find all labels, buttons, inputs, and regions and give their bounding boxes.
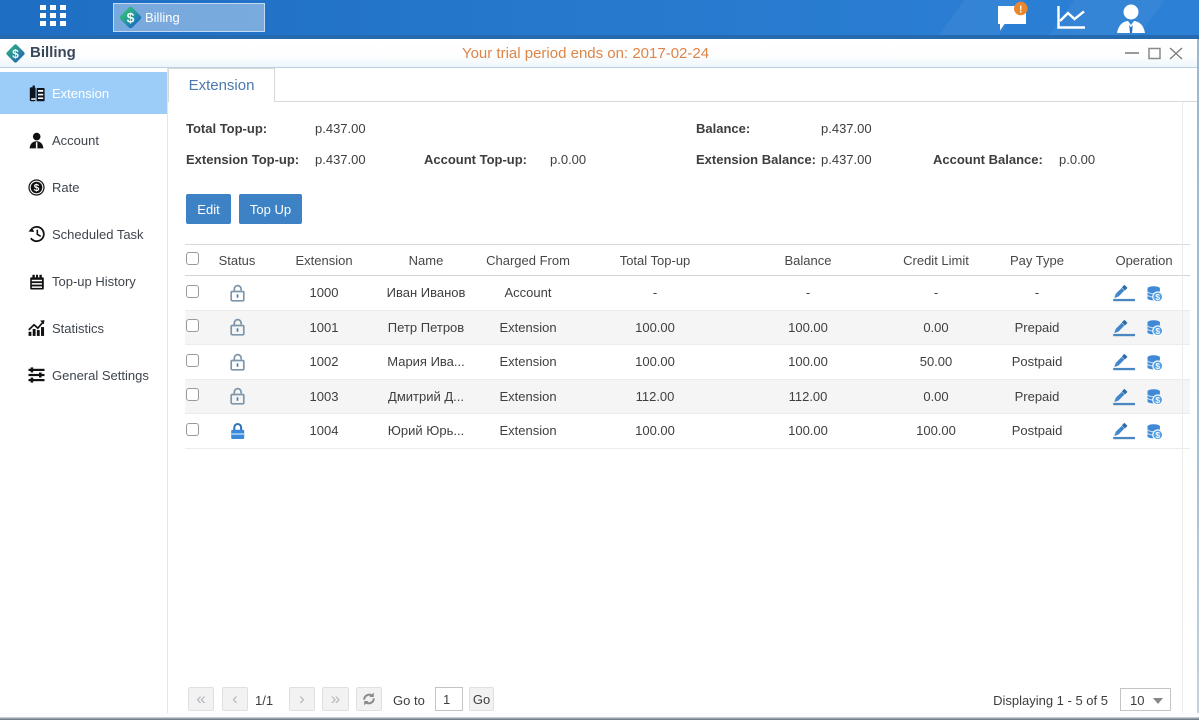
- svg-text:$: $: [34, 183, 40, 194]
- svg-text:$: $: [127, 10, 135, 26]
- svg-text:!: !: [1019, 4, 1022, 15]
